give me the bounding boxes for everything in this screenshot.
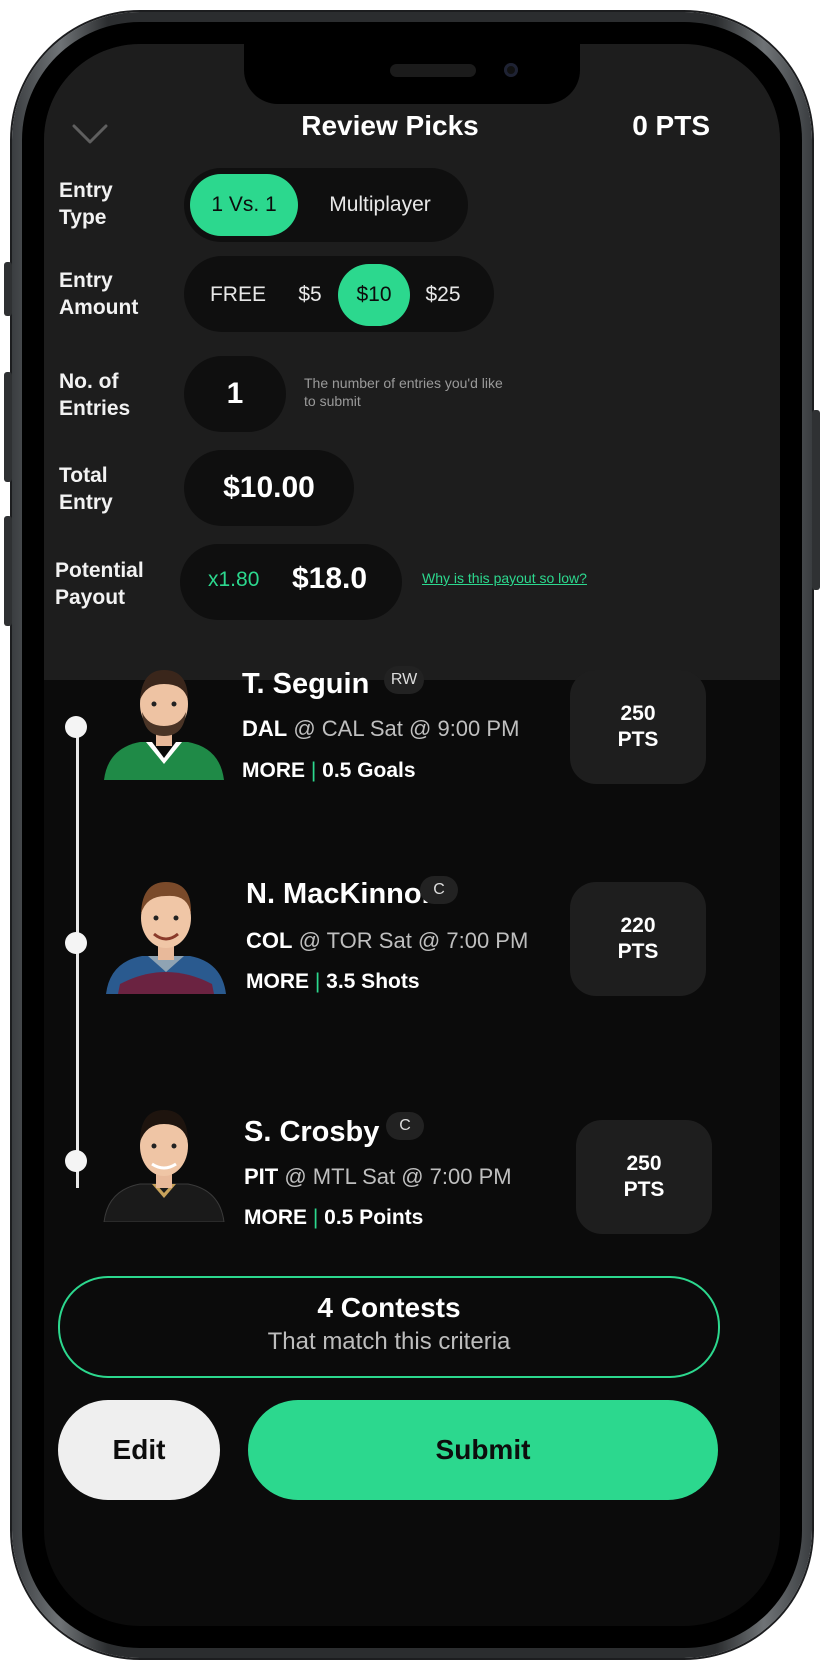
payout-multiplier: x1.80 — [208, 568, 260, 591]
entry-type-label: Entry Type — [59, 179, 113, 229]
position-badge: RW — [384, 666, 424, 694]
chevron-down-icon — [72, 124, 108, 144]
matchup-time: @ TOR Sat @ 7:00 PM — [298, 928, 529, 953]
pick-points: 220 PTS — [570, 882, 706, 996]
pick-stat: 0.5 Goals — [322, 759, 416, 782]
pick-direction: MORE — [242, 759, 305, 782]
contests-count: 4 Contests — [317, 1292, 461, 1323]
player-name: N. MacKinnon — [246, 878, 440, 910]
entries-hint: The number of entries you'd like to subm… — [304, 375, 503, 409]
entry-amount-option-25[interactable]: $25 — [414, 264, 472, 326]
timeline-dot — [65, 1150, 87, 1172]
collapse-button[interactable] — [70, 114, 110, 154]
pick-line: MORE | 3.5 Shots — [246, 970, 420, 993]
volume-up-button — [4, 372, 12, 482]
entry-amount-label: Entry Amount — [59, 269, 139, 319]
submit-button[interactable]: Submit — [248, 1400, 718, 1500]
player-avatar — [102, 874, 230, 994]
team-abbr: PIT — [244, 1164, 279, 1189]
pick-points: 250 PTS — [570, 670, 706, 784]
entry-type-option-multiplayer[interactable]: Multiplayer — [308, 174, 452, 236]
game-info: PIT @ MTL Sat @ 7:00 PM — [244, 1164, 512, 1190]
pick-points-value: 220 — [620, 914, 656, 937]
entries-label: No. of Entries — [59, 370, 131, 420]
entry-amount-option-free[interactable]: FREE — [200, 264, 276, 326]
payout-info-link[interactable]: Why is this payout so low? — [422, 570, 587, 586]
matching-contests-button[interactable]: 4 Contests That match this criteria — [58, 1276, 720, 1378]
entry-type-option-1v1[interactable]: 1 Vs. 1 — [190, 174, 298, 236]
player-name: T. Seguin — [242, 668, 370, 700]
pick-stat: 0.5 Points — [324, 1206, 424, 1229]
game-info: COL @ TOR Sat @ 7:00 PM — [246, 928, 528, 954]
app-screen: Review Picks 0 PTS Entry Type 1 Vs. 1 Mu… — [44, 44, 780, 1626]
timeline-line — [76, 726, 79, 1188]
pick-points-value: 250 — [620, 702, 656, 725]
timeline-dot — [65, 932, 87, 954]
pick-points: 250 PTS — [576, 1120, 712, 1234]
game-info: DAL @ CAL Sat @ 9:00 PM — [242, 716, 519, 742]
pick-points-unit: PTS — [617, 940, 659, 963]
player-name: S. Crosby — [244, 1116, 380, 1148]
payout-value: $18.0 — [292, 562, 368, 595]
entry-amount-option-5[interactable]: $5 — [284, 264, 336, 326]
position-badge: C — [420, 876, 458, 904]
pick-points-unit: PTS — [617, 728, 659, 751]
pick-line: MORE | 0.5 Goals — [242, 759, 416, 782]
contests-subtitle: That match this criteria — [267, 1328, 511, 1355]
team-abbr: COL — [246, 928, 293, 953]
pick-line: MORE | 0.5 Points — [244, 1206, 424, 1229]
page-title: Review Picks — [301, 110, 479, 141]
speaker — [390, 64, 476, 77]
pick-direction: MORE — [246, 970, 309, 993]
position-badge: C — [386, 1112, 424, 1140]
matchup-time: @ MTL Sat @ 7:00 PM — [284, 1164, 512, 1189]
points-total: 0 PTS — [632, 110, 710, 141]
player-avatar — [100, 1102, 228, 1223]
total-entry-label: Total Entry — [59, 464, 113, 514]
volume-down-button — [4, 516, 12, 626]
team-abbr: DAL — [242, 716, 288, 741]
potential-payout-label: Potential Payout — [55, 559, 144, 609]
entries-input[interactable]: 1 — [184, 356, 286, 432]
timeline-dot — [65, 716, 87, 738]
pick-points-unit: PTS — [623, 1178, 665, 1201]
power-button — [812, 410, 820, 590]
edit-button[interactable]: Edit — [58, 1400, 220, 1500]
pick-direction: MORE — [244, 1206, 307, 1229]
entry-amount-option-10[interactable]: $10 — [338, 264, 410, 326]
total-entry-value: $10.00 — [184, 450, 354, 526]
pick-stat: 3.5 Shots — [326, 970, 420, 993]
mute-switch — [4, 262, 12, 316]
matchup-time: @ CAL Sat @ 9:00 PM — [293, 716, 520, 741]
player-avatar — [100, 660, 228, 780]
front-camera — [504, 63, 518, 77]
pick-points-value: 250 — [626, 1152, 662, 1175]
